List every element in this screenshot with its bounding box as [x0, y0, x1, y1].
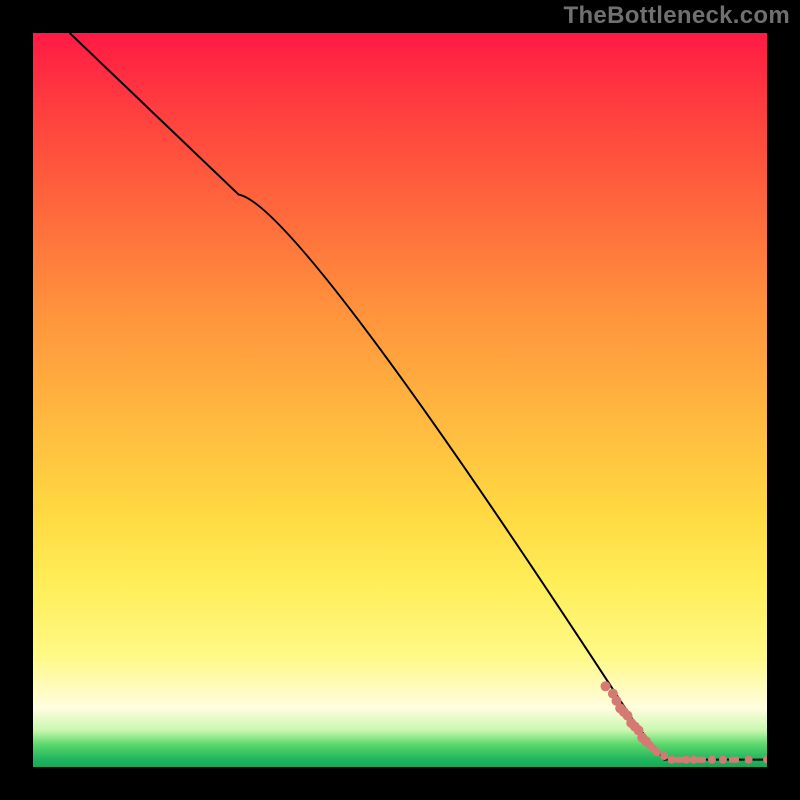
scatter-marker [719, 756, 727, 764]
watermark-label: TheBottleneck.com [564, 2, 790, 30]
scatter-markers-group [601, 681, 768, 763]
chart-frame: TheBottleneck.com [0, 0, 800, 800]
scatter-marker [708, 756, 716, 764]
bottleneck-curve [70, 33, 767, 760]
scatter-marker [653, 748, 661, 756]
scatter-marker [729, 757, 739, 763]
scatter-marker [601, 681, 611, 691]
scatter-marker [660, 752, 668, 760]
scatter-marker [696, 757, 706, 763]
scatter-marker [745, 756, 753, 764]
scatter-marker [682, 756, 690, 764]
plot-area [33, 33, 767, 767]
chart-overlay-svg [33, 33, 767, 767]
scatter-marker [763, 756, 767, 764]
